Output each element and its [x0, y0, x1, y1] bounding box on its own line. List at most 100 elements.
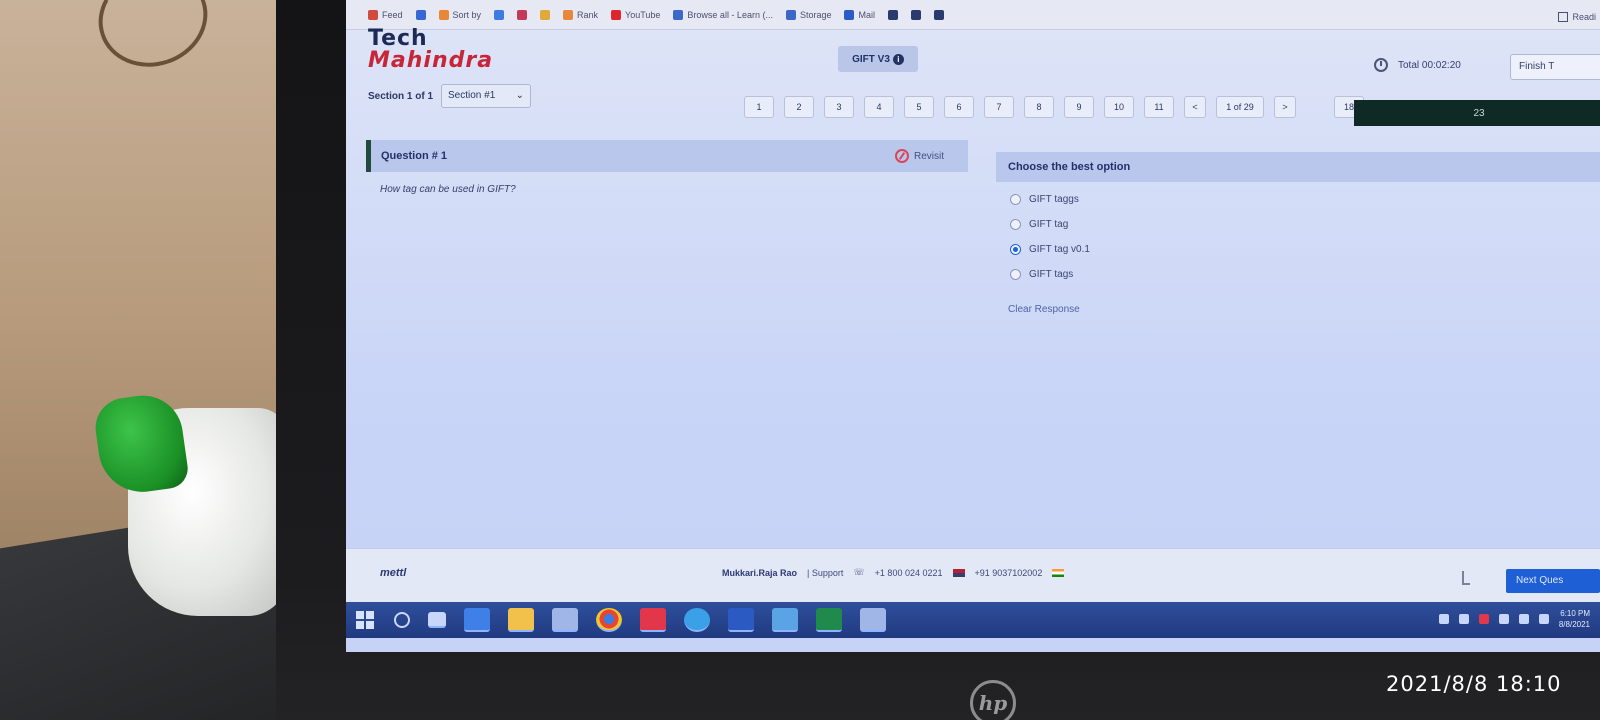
- question-number-button[interactable]: 1: [744, 96, 774, 118]
- bookmark-item[interactable]: [911, 9, 921, 20]
- bookmark-item[interactable]: [415, 9, 426, 20]
- laptop-screen: Feed Sort by Rank YouTube Browse all - Learn…: [346, 0, 1600, 652]
- people-icon[interactable]: [464, 608, 490, 632]
- question-text: How tag can be used in GIFT?: [380, 184, 516, 195]
- bookmark-item[interactable]: Storage: [785, 9, 832, 20]
- bookmark-icon: [888, 9, 898, 20]
- question-number-button[interactable]: 11: [1144, 96, 1174, 118]
- phone-icon: ☏: [853, 567, 865, 577]
- clock-icon: [1374, 58, 1388, 72]
- chevron-up-icon[interactable]: [1438, 614, 1449, 624]
- brand-bottom: Mahindra: [368, 48, 494, 73]
- reading-list[interactable]: Readi: [1558, 12, 1596, 22]
- tray-icon[interactable]: [1478, 614, 1489, 624]
- bookmark-label: YouTube: [625, 9, 661, 20]
- bookmark-item[interactable]: Feed: [368, 9, 403, 20]
- footer: mettl Mukkari.Raja Rao | Support ☏ +1 80…: [346, 548, 1600, 602]
- bookmark-label: Sort by: [452, 9, 482, 20]
- battery-icon[interactable]: [1518, 614, 1529, 624]
- file-explorer-icon[interactable]: [508, 608, 534, 632]
- excel-icon[interactable]: [816, 608, 842, 632]
- bookmark-item[interactable]: [888, 9, 898, 20]
- bookmark-item[interactable]: [494, 9, 505, 20]
- windows-taskbar: 6:10 PM 8/8/2021: [346, 602, 1600, 638]
- mettl-logo: mettl: [380, 567, 407, 579]
- windows-start-icon[interactable]: [356, 611, 374, 629]
- answer-option-label: GIFT tag: [1029, 219, 1069, 230]
- question-number-button[interactable]: 9: [1064, 96, 1094, 118]
- test-name: GIFT V3: [852, 53, 890, 65]
- tray-date: 8/8/2021: [1558, 620, 1590, 629]
- timer: Total 00:02:20: [1374, 58, 1461, 72]
- answer-option[interactable]: GIFT tag: [1010, 219, 1090, 230]
- phone-intl: +91 9037102002: [974, 567, 1043, 578]
- radio-button[interactable]: [1010, 194, 1021, 205]
- chrome-icon[interactable]: [596, 608, 622, 632]
- info-icon[interactable]: i: [892, 53, 904, 65]
- bookmark-item[interactable]: YouTube: [611, 9, 661, 20]
- question-number-button[interactable]: 2: [784, 96, 814, 118]
- bookmark-item[interactable]: Sort by: [438, 9, 482, 20]
- question-number-button[interactable]: 5: [904, 96, 934, 118]
- word-icon[interactable]: [728, 608, 754, 632]
- task-view-icon[interactable]: [428, 612, 446, 628]
- mail-icon: [844, 9, 855, 20]
- radio-button[interactable]: [1010, 219, 1021, 230]
- bookmark-label: Mail: [858, 9, 875, 20]
- page-indicator: 1 of 29: [1216, 96, 1264, 118]
- bookmark-item[interactable]: [517, 9, 528, 20]
- revisit-label: Revisit: [913, 150, 944, 162]
- test-name-badge[interactable]: GIFT V3 i: [838, 46, 918, 72]
- tray-icon[interactable]: [1458, 614, 1469, 624]
- tray-time: 6:10 PM: [1560, 609, 1590, 618]
- question-number-button[interactable]: 10: [1104, 96, 1134, 118]
- chrome-icon: [494, 9, 505, 20]
- taskbar-apps: [394, 608, 886, 632]
- photo-timestamp: 2021/8/8 18:10: [1386, 672, 1562, 696]
- next-question-button[interactable]: Next Ques: [1506, 569, 1600, 593]
- app-icon[interactable]: [860, 608, 886, 632]
- question-number-button[interactable]: 3: [824, 96, 854, 118]
- timer-text: Total 00:02:20: [1398, 59, 1461, 71]
- answer-option[interactable]: GIFT tag v0.1: [1010, 244, 1090, 255]
- question-number-button[interactable]: 6: [944, 96, 974, 118]
- answer-option[interactable]: GIFT tags: [1010, 269, 1090, 280]
- microsoft-icon: [785, 9, 796, 20]
- network-icon[interactable]: [1498, 614, 1509, 624]
- edge-icon[interactable]: [684, 608, 710, 632]
- bookmark-item[interactable]: Mail: [844, 9, 875, 20]
- section-select-value: Section #1: [448, 90, 496, 101]
- microsoft-icon: [673, 9, 684, 20]
- answer-option[interactable]: GIFT taggs: [1010, 194, 1090, 205]
- radio-button[interactable]: [1010, 244, 1021, 255]
- search-icon[interactable]: [394, 612, 410, 628]
- prev-page-button[interactable]: <: [1184, 96, 1206, 118]
- finish-test-button[interactable]: Finish T: [1510, 54, 1600, 80]
- app-icon[interactable]: [772, 608, 798, 632]
- question-number-button[interactable]: 8: [1024, 96, 1054, 118]
- bookmark-item[interactable]: [540, 9, 551, 20]
- bookmark-item[interactable]: Browse all - Learn (...: [673, 9, 773, 20]
- bookmark-label: Storage: [799, 9, 832, 20]
- question-number-button[interactable]: 4: [864, 96, 894, 118]
- section-select[interactable]: Section #1 ⌄: [441, 84, 532, 108]
- next-page-button[interactable]: >: [1274, 96, 1296, 118]
- bookmark-label: Rank: [577, 9, 599, 20]
- bookmarks-bar: Feed Sort by Rank YouTube Browse all - Learn…: [346, 0, 1600, 30]
- candidate-name: Mukkari.Raja Rao: [722, 567, 798, 578]
- app-icon[interactable]: [640, 608, 666, 632]
- revisit-button[interactable]: Revisit: [894, 149, 944, 163]
- bookmark-icon: [368, 9, 378, 20]
- clock[interactable]: 6:10 PM 8/8/2021: [1559, 608, 1590, 630]
- bookmark-item[interactable]: Rank: [563, 9, 599, 20]
- bookmark-icon: [517, 9, 528, 20]
- bookmark-item[interactable]: [934, 9, 944, 20]
- radio-button[interactable]: [1010, 269, 1021, 280]
- app-icon[interactable]: [552, 608, 578, 632]
- clear-response-link[interactable]: Clear Response: [1008, 304, 1080, 315]
- question-number-button[interactable]: 7: [984, 96, 1014, 118]
- youtube-icon: [611, 9, 622, 20]
- volume-icon[interactable]: [1538, 614, 1549, 624]
- question-navigation: 1 2 3 4 5 6 7 8 9 10 11 <1 of 29 >18: [744, 96, 1364, 118]
- bookmark-icon: [563, 9, 574, 20]
